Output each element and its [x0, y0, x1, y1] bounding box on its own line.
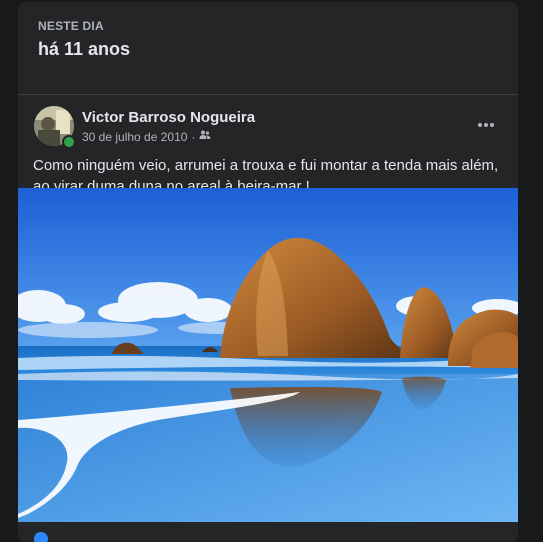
- footer-reaction-icon[interactable]: [34, 532, 48, 542]
- post-date[interactable]: 30 de julho de 2010: [82, 130, 187, 144]
- author-name[interactable]: Victor Barroso Nogueira: [82, 109, 255, 126]
- memory-card: NESTE DIA há 11 anos Victor Barroso Nogu…: [18, 2, 518, 542]
- more-options-button[interactable]: [470, 109, 502, 141]
- post-meta: 30 de julho de 2010 ·: [82, 129, 211, 144]
- memory-title[interactable]: há 11 anos: [38, 39, 498, 60]
- memory-kicker: NESTE DIA: [38, 19, 104, 33]
- post-header: Victor Barroso Nogueira 30 de julho de 2…: [18, 95, 518, 151]
- meta-separator: ·: [191, 129, 196, 144]
- friends-icon[interactable]: [199, 129, 211, 144]
- online-status-dot: [62, 135, 76, 149]
- more-options-icon: [478, 123, 494, 127]
- memory-header: NESTE DIA há 11 anos: [18, 2, 518, 77]
- post-photo[interactable]: [18, 188, 518, 522]
